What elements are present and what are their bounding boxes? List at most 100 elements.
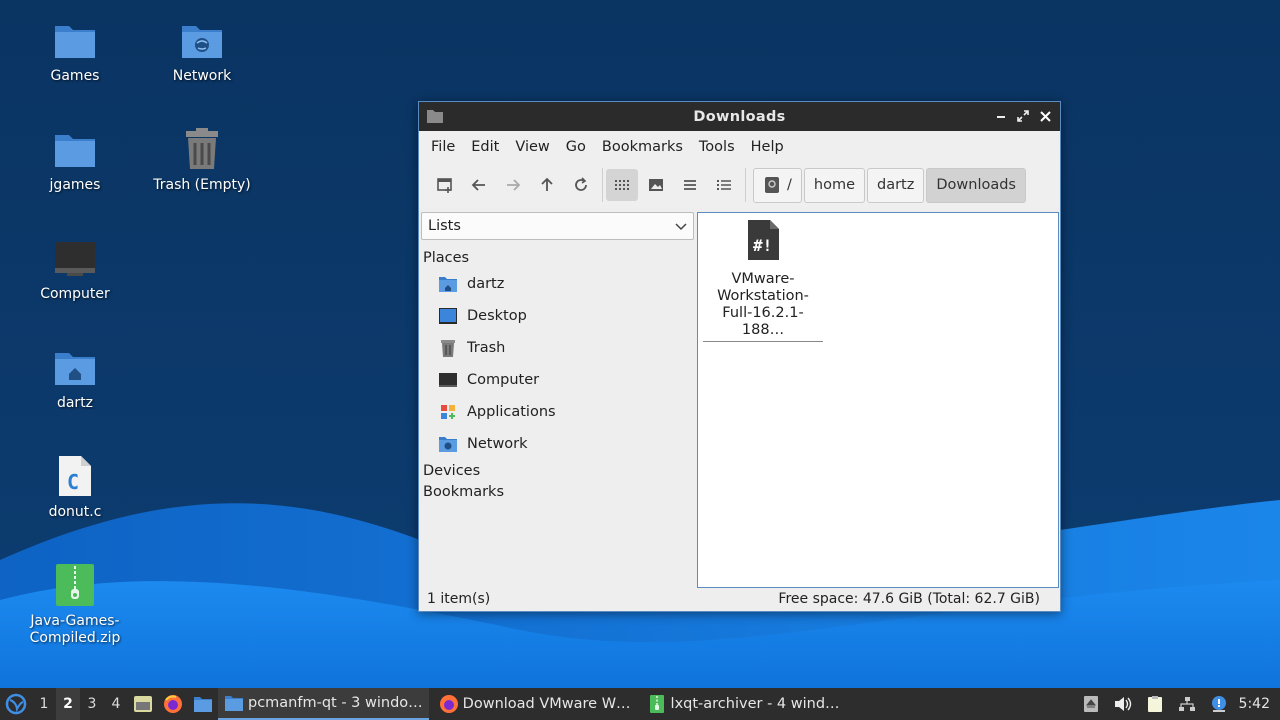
desktop-icon-label: donut.c — [48, 504, 102, 520]
network-folder-icon — [178, 16, 226, 64]
tray-updates[interactable] — [1203, 688, 1235, 720]
side-pane: Lists Places dartz Desktop Trash Compute… — [421, 212, 695, 578]
workspace-2[interactable]: 2 — [56, 688, 80, 720]
clipboard-icon — [1147, 696, 1162, 712]
compact-view-button[interactable] — [674, 169, 706, 201]
new-tab-button[interactable] — [429, 169, 461, 201]
desktop-icon-dartz[interactable]: dartz — [15, 343, 135, 412]
quicklaunch-file-manager[interactable] — [188, 688, 218, 720]
back-button[interactable] — [463, 169, 495, 201]
thumbnail-view-button[interactable] — [640, 169, 672, 201]
workspace-3[interactable]: 3 — [80, 696, 104, 712]
desktop-icon-label: Network — [172, 68, 232, 84]
forward-button[interactable] — [497, 169, 529, 201]
side-pane-mode-select[interactable]: Lists — [421, 212, 694, 240]
tray-removable-media[interactable] — [1075, 688, 1107, 720]
quicklaunch-show-desktop[interactable] — [128, 688, 158, 720]
menu-go[interactable]: Go — [558, 139, 594, 155]
applications-icon — [437, 401, 459, 423]
desktop-icon-java-games-zip[interactable]: Java-Games- Compiled.zip — [15, 561, 135, 647]
tray-network[interactable] — [1171, 688, 1203, 720]
sidebar-item-computer[interactable]: Computer — [421, 364, 695, 396]
toolbar-separator — [745, 168, 746, 202]
desktop-icon-computer[interactable]: Computer — [15, 234, 135, 303]
bookmarks-heading[interactable]: Bookmarks — [421, 484, 695, 500]
task-firefox[interactable]: Download VMware W… — [433, 688, 637, 720]
tray-clipboard[interactable] — [1139, 688, 1171, 720]
sidebar-item-trash[interactable]: Trash — [421, 332, 695, 364]
menu-help[interactable]: Help — [743, 139, 792, 155]
file-item[interactable]: #! VMware- Workstation- Full-16.2.1-188… — [703, 219, 823, 342]
sidebar-item-applications[interactable]: Applications — [421, 396, 695, 428]
menu-edit[interactable]: Edit — [463, 139, 507, 155]
breadcrumb-downloads[interactable]: Downloads — [926, 167, 1026, 203]
tray-volume[interactable] — [1107, 688, 1139, 720]
folder-icon — [194, 697, 212, 712]
show-desktop-icon — [134, 696, 152, 712]
sidebar-item-label: Desktop — [467, 308, 527, 324]
menu-view[interactable]: View — [507, 139, 557, 155]
up-button[interactable] — [531, 169, 563, 201]
arrow-left-icon — [471, 179, 485, 191]
file-view[interactable]: #! VMware- Workstation- Full-16.2.1-188… — [697, 212, 1059, 588]
select-value: Lists — [428, 218, 461, 234]
system-tray: 5:42 — [1075, 688, 1280, 720]
menu-bookmarks[interactable]: Bookmarks — [594, 139, 691, 155]
file-name: VMware- Workstation- Full-16.2.1-188… — [703, 271, 823, 342]
computer-icon — [437, 369, 459, 391]
menu-file[interactable]: File — [423, 139, 463, 155]
places-heading[interactable]: Places — [421, 250, 695, 266]
detailed-view-button[interactable] — [708, 169, 740, 201]
devices-heading[interactable]: Devices — [421, 463, 695, 479]
sidebar-item-network[interactable]: Network — [421, 428, 695, 460]
chevron-down-icon — [675, 223, 687, 231]
maximize-button[interactable] — [1014, 107, 1032, 125]
desktop-icon-trash[interactable]: Trash (Empty) — [142, 125, 262, 194]
sidebar-item-label: Applications — [467, 404, 556, 420]
breadcrumb-home[interactable]: home — [803, 167, 865, 203]
breadcrumb-label: / — [787, 177, 792, 193]
sidebar-item-label: dartz — [467, 276, 505, 292]
task-pcmanfm[interactable]: pcmanfm-qt - 3 windo… — [218, 688, 429, 720]
close-button[interactable] — [1036, 107, 1054, 125]
computer-icon — [51, 234, 99, 282]
menu-tools[interactable]: Tools — [691, 139, 743, 155]
status-bar: 1 item(s) Free space: 47.6 GiB (Total: 6… — [419, 587, 1060, 611]
taskbar: 1 2 3 4 pcmanfm-qt - 3 windo… Download V… — [0, 688, 1280, 720]
minimize-button[interactable] — [992, 107, 1010, 125]
image-icon — [649, 179, 663, 191]
reload-button[interactable] — [565, 169, 597, 201]
workspace-4[interactable]: 4 — [104, 696, 128, 712]
folder-icon — [51, 16, 99, 64]
toolbar-separator — [602, 168, 603, 202]
arrow-up-icon — [541, 177, 553, 191]
sidebar-item-label: Computer — [467, 372, 540, 388]
breadcrumb-dartz[interactable]: dartz — [867, 167, 925, 203]
home-folder-icon — [437, 273, 459, 295]
free-space: Free space: 47.6 GiB (Total: 62.7 GiB) — [778, 591, 1040, 607]
icon-view-button[interactable] — [606, 169, 638, 201]
trash-icon — [178, 125, 226, 173]
desktop-icon-games[interactable]: Games — [15, 16, 135, 85]
workspace-1[interactable]: 1 — [32, 696, 56, 712]
desktop-icon-donut-c[interactable]: C donut.c — [15, 452, 135, 521]
menu-bar: File Edit View Go Bookmarks Tools Help — [419, 131, 1060, 162]
clock[interactable]: 5:42 — [1235, 696, 1280, 712]
quicklaunch-firefox[interactable] — [158, 688, 188, 720]
desktop-icon-network[interactable]: Network — [142, 16, 262, 85]
sidebar-item-desktop[interactable]: Desktop — [421, 300, 695, 332]
c-source-file-icon: C — [51, 452, 99, 500]
update-notification-icon — [1211, 696, 1226, 712]
desktop-icon-jgames[interactable]: jgames — [15, 125, 135, 194]
start-menu-button[interactable] — [0, 688, 32, 720]
task-lxqt-archiver[interactable]: lxqt-archiver - 4 wind… — [641, 688, 846, 720]
folder-icon — [426, 109, 444, 128]
new-tab-icon — [437, 178, 452, 193]
sidebar-item-dartz[interactable]: dartz — [421, 268, 695, 300]
breadcrumb-root[interactable]: / — [753, 167, 802, 203]
file-manager-window[interactable]: Downloads File Edit View Go Bookmarks To… — [418, 101, 1061, 612]
archive-icon — [647, 694, 667, 714]
home-folder-icon — [51, 343, 99, 391]
window-titlebar[interactable]: Downloads — [419, 102, 1060, 131]
volume-icon — [1114, 697, 1131, 711]
